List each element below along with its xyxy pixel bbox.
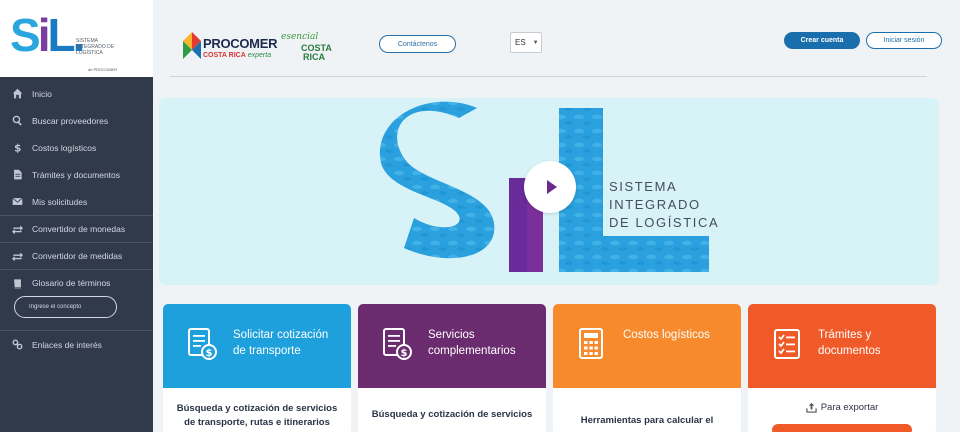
card-header: $ Solicitar cotización de transporte: [163, 304, 351, 388]
esencial-country: COSTA RICA: [301, 43, 332, 62]
card-title: Solicitar cotización de transporte: [233, 329, 329, 357]
header-divider: [170, 76, 927, 77]
esencial-costa-rica-logo[interactable]: esencial COSTA RICA: [281, 32, 341, 66]
sil-logo[interactable]: SiL. SISTEMA INTEGRADO DE LOGÍSTICA de P…: [0, 0, 153, 77]
sidebar-item-label: Glosario de términos: [32, 278, 111, 288]
sidebar-links-section: Enlaces de interés: [0, 330, 153, 358]
calculator-icon: [579, 328, 603, 359]
document-icon: [10, 169, 24, 181]
upload-icon: [806, 402, 817, 413]
card-title: Trámites y documentos: [818, 329, 881, 357]
sidebar-item-enlaces[interactable]: Enlaces de interés: [0, 331, 153, 358]
glossary-search-input[interactable]: [14, 296, 117, 318]
link-icon: [10, 339, 24, 351]
sidebar-item-mis-solicitudes[interactable]: Mis solicitudes: [0, 188, 153, 215]
card-title: Servicios complementarios: [428, 329, 516, 357]
dollar-icon: $: [10, 142, 24, 154]
create-account-button[interactable]: Crear cuenta: [784, 32, 860, 49]
export-label: Para exportar: [820, 402, 879, 413]
sidebar-item-label: Costos logísticos: [32, 142, 97, 153]
sidebar-item-label: Inicio: [32, 88, 52, 99]
esencial-script: esencial: [281, 32, 319, 42]
sidebar-nav: Inicio Buscar proveedores $ Costos logís…: [0, 80, 153, 296]
procomer-mark-icon: [183, 32, 201, 59]
procomer-logo[interactable]: PROCOMER COSTA RICA experta: [183, 32, 278, 66]
invoice-dollar-icon: $: [383, 328, 412, 360]
play-icon: [547, 180, 557, 194]
sidebar-item-label: Mis solicitudes: [32, 196, 88, 207]
sidebar-item-tramites[interactable]: Trámites y documentos: [0, 161, 153, 188]
chevron-down-icon: ▼: [532, 39, 539, 46]
language-select[interactable]: ES ▼: [510, 32, 542, 53]
exchange-icon: [10, 250, 24, 262]
sidebar-item-convertidor-medidas[interactable]: Convertidor de medidas: [0, 242, 153, 269]
card-title: Costos logísticos: [623, 329, 710, 341]
sidebar-item-costos-logisticos[interactable]: $ Costos logísticos: [0, 134, 153, 161]
search-icon: [10, 115, 24, 127]
card-costos-logisticos[interactable]: Costos logísticos Herramientas para calc…: [553, 304, 741, 432]
sidebar-item-buscar-proveedores[interactable]: Buscar proveedores: [0, 107, 153, 134]
card-description: Búsqueda y cotización de servicios de tr…: [176, 403, 338, 428]
card-header: $ Servicios complementarios: [358, 304, 546, 388]
sidebar-item-label: Buscar proveedores: [32, 115, 109, 126]
procomer-tagline: COSTA RICA experta: [203, 52, 272, 59]
checklist-icon: [774, 329, 800, 359]
sidebar-item-inicio[interactable]: Inicio: [0, 80, 153, 107]
language-value: ES: [515, 38, 526, 47]
export-button[interactable]: [772, 424, 912, 432]
book-icon: [10, 277, 24, 289]
top-header: PROCOMER COSTA RICA experta esencial COS…: [153, 0, 960, 78]
envelope-icon: [10, 196, 24, 208]
card-tramites-documentos[interactable]: Trámites y documentos Para exportar: [748, 304, 936, 432]
login-button[interactable]: Iniciar sesión: [866, 32, 942, 49]
sidebar-item-label: Enlaces de interés: [32, 339, 102, 350]
card-servicios-complementarios[interactable]: $ Servicios complementarios Búsqueda y co…: [358, 304, 546, 432]
home-icon: [10, 88, 24, 100]
card-header: Costos logísticos: [553, 304, 741, 388]
export-link[interactable]: Para exportar: [748, 388, 936, 413]
contact-button[interactable]: Contáctenos: [379, 35, 456, 53]
card-header: Trámites y documentos: [748, 304, 936, 388]
card-cotizacion-transporte[interactable]: $ Solicitar cotización de transporte Búsq…: [163, 304, 351, 432]
svg-text:$: $: [14, 143, 21, 153]
sil-logo-mark: SiL.: [10, 9, 85, 61]
sidebar-item-label: Convertidor de medidas: [32, 251, 123, 261]
card-description: Herramientas para calcular el: [580, 415, 714, 426]
card-description: Búsqueda y cotización de servicios: [371, 409, 533, 420]
sidebar-item-convertidor-monedas[interactable]: Convertidor de monedas: [0, 215, 153, 242]
logo-tiny-text: de PROCOMER: [88, 67, 118, 72]
sidebar-item-label: Convertidor de monedas: [32, 224, 126, 234]
sidebar-item-glosario[interactable]: Glosario de términos: [0, 269, 153, 296]
svg-text:$: $: [206, 348, 213, 359]
procomer-name: PROCOMER: [203, 36, 278, 51]
sidebar-item-label: Trámites y documentos: [32, 169, 121, 180]
sidebar: SiL. SISTEMA INTEGRADO DE LOGÍSTICA de P…: [0, 0, 153, 432]
invoice-dollar-icon: $: [188, 328, 217, 360]
hero-subtitle: SISTEMA INTEGRADO DE LOGÍSTICA: [609, 179, 720, 230]
play-button[interactable]: [524, 161, 576, 213]
logo-subtitle: SISTEMA INTEGRADO DE LOGÍSTICA: [76, 38, 115, 56]
svg-text:$: $: [401, 348, 408, 359]
hero-video-banner[interactable]: SISTEMA INTEGRADO DE LOGÍSTICA: [159, 98, 939, 285]
exchange-icon: [10, 223, 24, 235]
